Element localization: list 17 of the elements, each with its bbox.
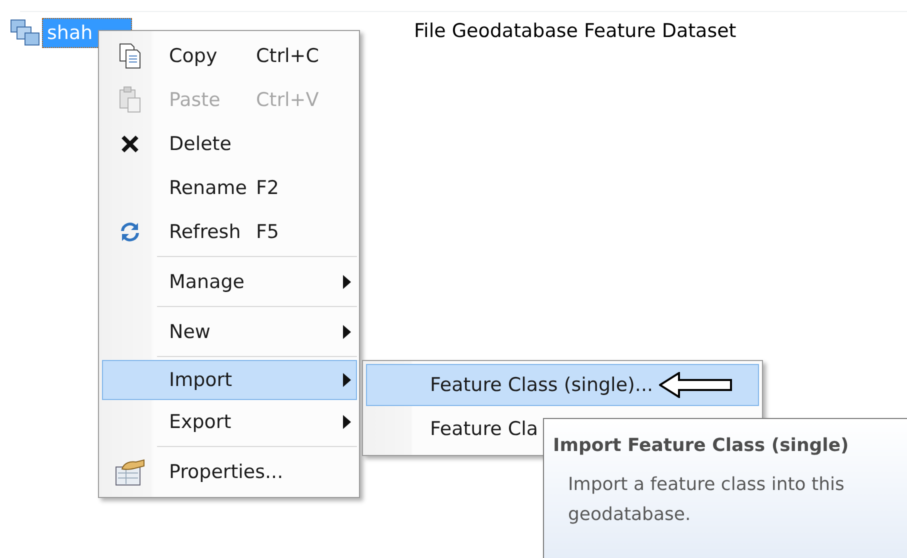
tooltip-title: Import Feature Class (single) <box>553 435 850 456</box>
hand-card-icon <box>114 457 146 487</box>
stacked-squares-icon <box>10 18 42 48</box>
menu-item[interactable]: Refresh F5 <box>102 210 357 254</box>
menu-item[interactable]: Delete <box>102 122 357 166</box>
menu-item[interactable]: Properties... <box>102 450 357 494</box>
menu-item[interactable]: Import <box>102 360 357 400</box>
tooltip-description: Import a feature class into this geodatabase. <box>567 473 846 527</box>
menu-item[interactable]: Manage <box>102 260 357 304</box>
menu-item[interactable]: New <box>102 310 357 354</box>
menu-item[interactable]: Export <box>102 400 357 444</box>
submenu-item[interactable]: Feature Class (single)... <box>366 364 759 406</box>
clipboard-icon <box>118 86 142 114</box>
menu-item[interactable]: Rename F2 <box>102 166 357 210</box>
delete-icon <box>120 134 140 154</box>
item-type-text: File Geodatabase Feature Dataset <box>414 20 736 42</box>
copy-icon <box>118 42 142 70</box>
